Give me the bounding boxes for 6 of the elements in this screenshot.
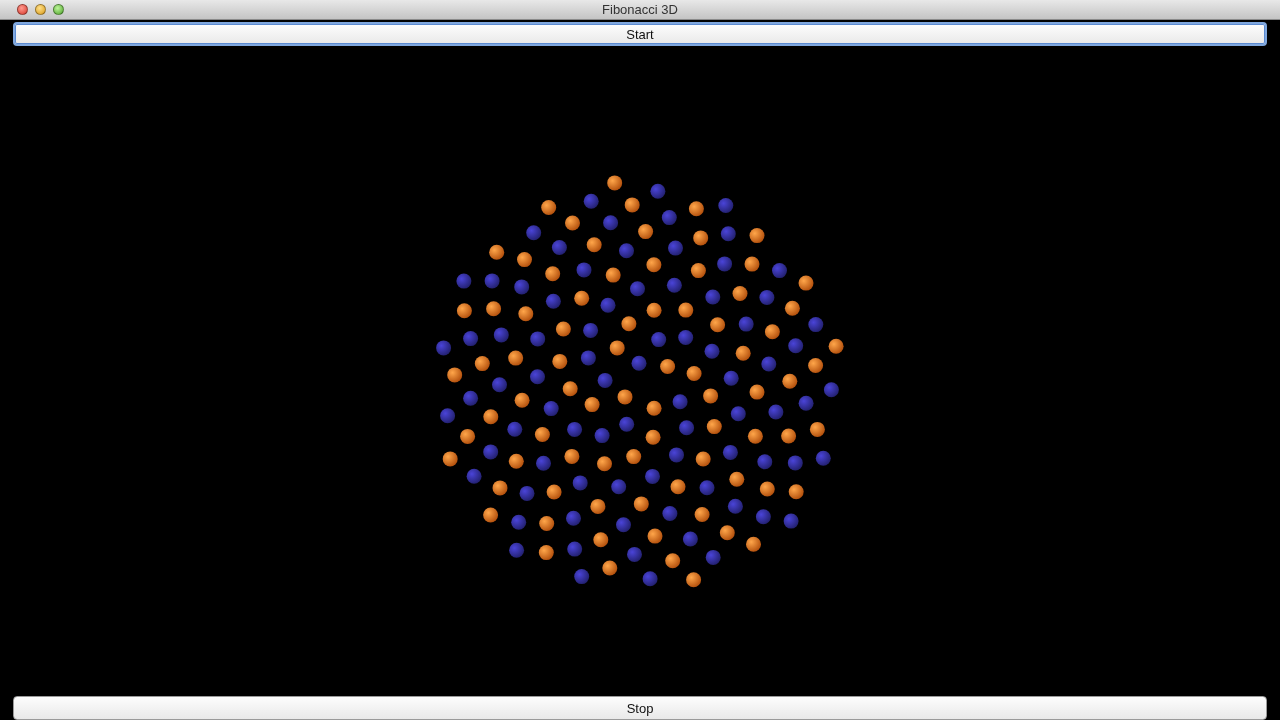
start-button[interactable]: Start [13, 22, 1267, 46]
stop-button[interactable]: Stop [13, 696, 1267, 720]
zoom-icon[interactable] [53, 4, 64, 15]
window-title: Fibonacci 3D [602, 2, 678, 17]
close-icon[interactable] [17, 4, 28, 15]
minimize-icon[interactable] [35, 4, 46, 15]
